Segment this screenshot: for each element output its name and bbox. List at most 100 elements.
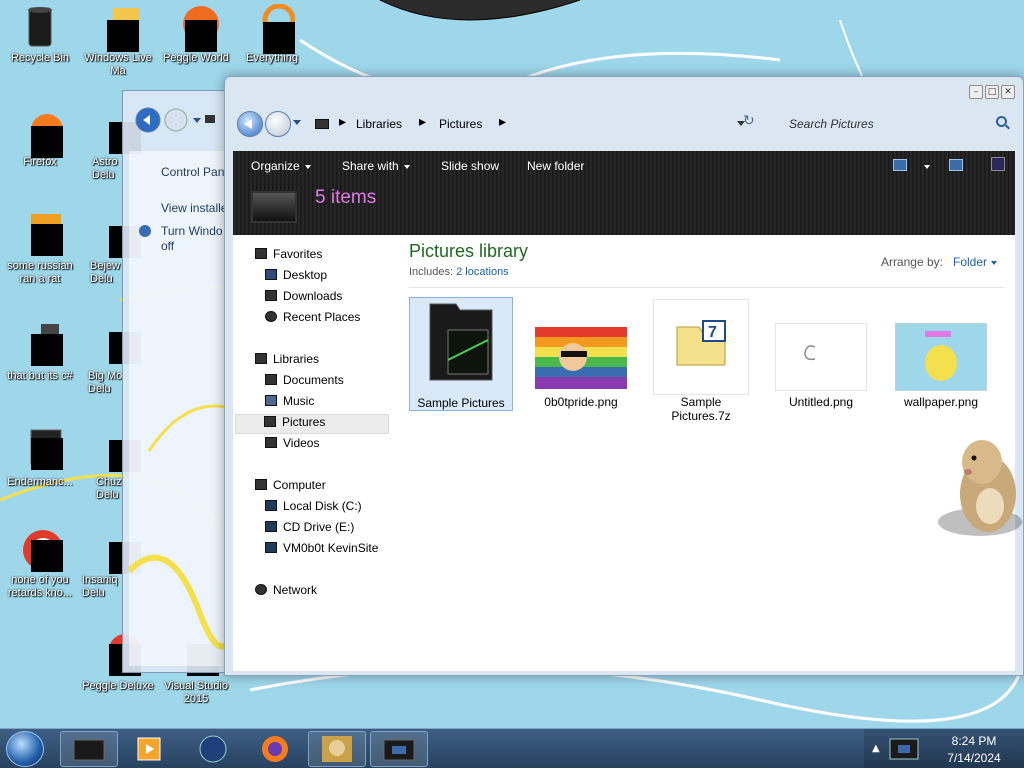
desktop-icon-peggle-world[interactable]: Peggle World — [156, 4, 236, 65]
desktop-icon-some-russian[interactable]: some russian ran a rat — [0, 212, 80, 286]
taskbar: ▲ 8:24 PM 7/14/2024 — [0, 728, 1024, 768]
breadcrumb-pictures[interactable]: Pictures — [439, 117, 482, 131]
computer-icon — [255, 479, 267, 490]
cp-link-off[interactable]: off — [161, 239, 174, 253]
nav-desktop[interactable]: Desktop — [265, 268, 327, 288]
desktop-icon-windows-live[interactable]: Windows Live Ma — [78, 4, 158, 78]
divider — [409, 287, 1005, 288]
windows-live-icon — [95, 4, 141, 52]
chevron-down-icon — [991, 260, 997, 265]
arrange-by: Arrange by: Folder — [881, 255, 997, 269]
cp-link-view-installed[interactable]: View installe — [161, 201, 227, 215]
network-tray-icon[interactable] — [886, 733, 926, 765]
desktop-icon — [265, 269, 277, 280]
icon-label: Windows Live Ma — [84, 52, 152, 77]
preview-pane-icon[interactable] — [949, 159, 963, 171]
nav-computer[interactable]: Computer — [255, 478, 326, 498]
search-icon — [996, 116, 1007, 127]
slide-show-button[interactable]: Slide show — [441, 159, 499, 173]
cd-drive-icon — [265, 521, 277, 532]
file-name: wallpaper.png — [903, 395, 979, 409]
file-item-0b0tpride[interactable]: 0b0tpride.png — [529, 297, 633, 411]
start-button[interactable] — [6, 731, 44, 767]
breadcrumb-libraries[interactable]: Libraries — [356, 117, 402, 131]
file-name: Sample Pictures.7z — [671, 395, 731, 423]
breadcrumb-separator[interactable]: ▸ — [419, 114, 426, 130]
chevron-down-icon[interactable] — [924, 165, 930, 169]
taskbar-media-button[interactable] — [120, 731, 178, 767]
file-name: Sample Pictures — [417, 396, 505, 410]
cp-link-turn-windows[interactable]: Turn Windo — [161, 224, 223, 238]
change-view-icon[interactable] — [893, 159, 907, 171]
nav-label: VM0b0t KevinSite — [283, 541, 379, 555]
desktop-icon-that-but-its-c[interactable]: that but its c# — [0, 322, 80, 383]
clock-time[interactable]: 8:24 PM — [950, 734, 998, 748]
breadcrumb-separator[interactable]: ▸ — [499, 114, 506, 130]
library-includes: Includes: 2 locations — [409, 266, 509, 278]
help-icon[interactable] — [991, 157, 1005, 171]
cp-link-control-panel[interactable]: Control Pan — [161, 165, 224, 179]
nav-downloads[interactable]: Downloads — [265, 289, 342, 309]
nav-music[interactable]: Music — [265, 394, 314, 414]
nav-cd-drive[interactable]: CD Drive (E:) — [265, 520, 354, 540]
breadcrumb-separator[interactable]: ▸ — [339, 114, 346, 130]
desktop-icon-none-of-you[interactable]: none of you retards kno... — [0, 526, 80, 600]
cp-navigation — [135, 107, 215, 136]
taskbar-window-button[interactable] — [370, 731, 428, 767]
peggle-world-icon — [173, 4, 219, 52]
icon-label: Endermanc... — [7, 476, 73, 488]
desktop-icon-everything[interactable]: Everything — [232, 3, 312, 65]
share-with-button[interactable]: Share with — [342, 159, 410, 173]
nav-documents[interactable]: Documents — [265, 373, 344, 393]
nav-libraries[interactable]: Libraries — [255, 352, 319, 372]
nav-label: CD Drive (E:) — [283, 520, 355, 534]
search-box[interactable]: Search Pictures — [779, 111, 1015, 137]
clock-date[interactable]: 7/14/2024 — [942, 751, 1006, 765]
taskbar-globe-button[interactable] — [184, 731, 242, 767]
arrange-by-dropdown[interactable]: Folder — [953, 255, 987, 269]
window-icon — [383, 739, 415, 761]
refresh-icon[interactable]: ↻ — [743, 113, 755, 129]
nav-label: Downloads — [283, 289, 343, 303]
nav-local-disk[interactable]: Local Disk (C:) — [265, 499, 362, 519]
desktop-icon-recycle-bin[interactable]: Recycle Bin — [0, 4, 80, 65]
file-name: 0b0tpride.png — [544, 395, 618, 409]
explorer-window[interactable]: – □ ✕ ▸ Libraries ▸ Pictures ▸ ↻ Search … — [224, 76, 1024, 676]
forward-button[interactable] — [265, 111, 291, 137]
file-item-wallpaper[interactable]: wallpaper.png — [889, 297, 993, 411]
icon-label: Insaniq Delu — [82, 574, 118, 599]
taskbar-explorer-button[interactable] — [60, 731, 118, 767]
organize-button[interactable]: Organize — [251, 159, 311, 173]
desktop-icon-firefox[interactable]: Firefox — [0, 108, 80, 169]
media-player-icon — [137, 737, 161, 761]
library-title: Pictures library — [409, 241, 529, 261]
maximize-button[interactable]: □ — [985, 85, 999, 99]
nav-recent-places[interactable]: Recent Places — [265, 310, 360, 330]
taskbar-firefox-button[interactable] — [246, 731, 304, 767]
nav-pictures[interactable]: Pictures — [235, 414, 389, 434]
address-bar[interactable]: ▸ Libraries ▸ Pictures ▸ — [311, 111, 755, 137]
icon-label: that but its c# — [7, 370, 73, 382]
show-hidden-icons[interactable]: ▲ — [872, 743, 880, 754]
window-controls: – □ ✕ — [969, 85, 1015, 99]
back-button[interactable] — [237, 111, 263, 137]
minimize-button[interactable]: – — [969, 85, 983, 99]
hamster-desktop-pet[interactable] — [930, 432, 1024, 542]
recent-pages-dropdown[interactable] — [293, 120, 301, 125]
nav-label: Pictures — [282, 415, 326, 429]
nav-favorites[interactable]: Favorites — [255, 247, 322, 267]
file-item-sample-pictures-7z[interactable]: 7 Sample Pictures.7z — [649, 297, 753, 423]
new-folder-button[interactable]: New folder — [527, 159, 584, 173]
nav-videos[interactable]: Videos — [265, 436, 319, 456]
nav-vm-share[interactable]: VM0b0t KevinSite — [265, 541, 378, 561]
includes-locations-link[interactable]: 2 locations — [456, 266, 509, 278]
taskbar-box-button[interactable] — [308, 731, 366, 767]
search-input[interactable]: Search Pictures — [789, 117, 874, 131]
file-item-sample-pictures[interactable]: Sample Pictures — [409, 297, 513, 411]
desktop-icon-endermanch[interactable]: Endermanc... — [0, 428, 80, 489]
file-name: Untitled.png — [788, 395, 854, 409]
everything-icon — [249, 3, 296, 54]
file-item-untitled[interactable]: Untitled.png — [769, 297, 873, 411]
close-button[interactable]: ✕ — [1001, 85, 1015, 99]
nav-network[interactable]: Network — [255, 583, 317, 603]
